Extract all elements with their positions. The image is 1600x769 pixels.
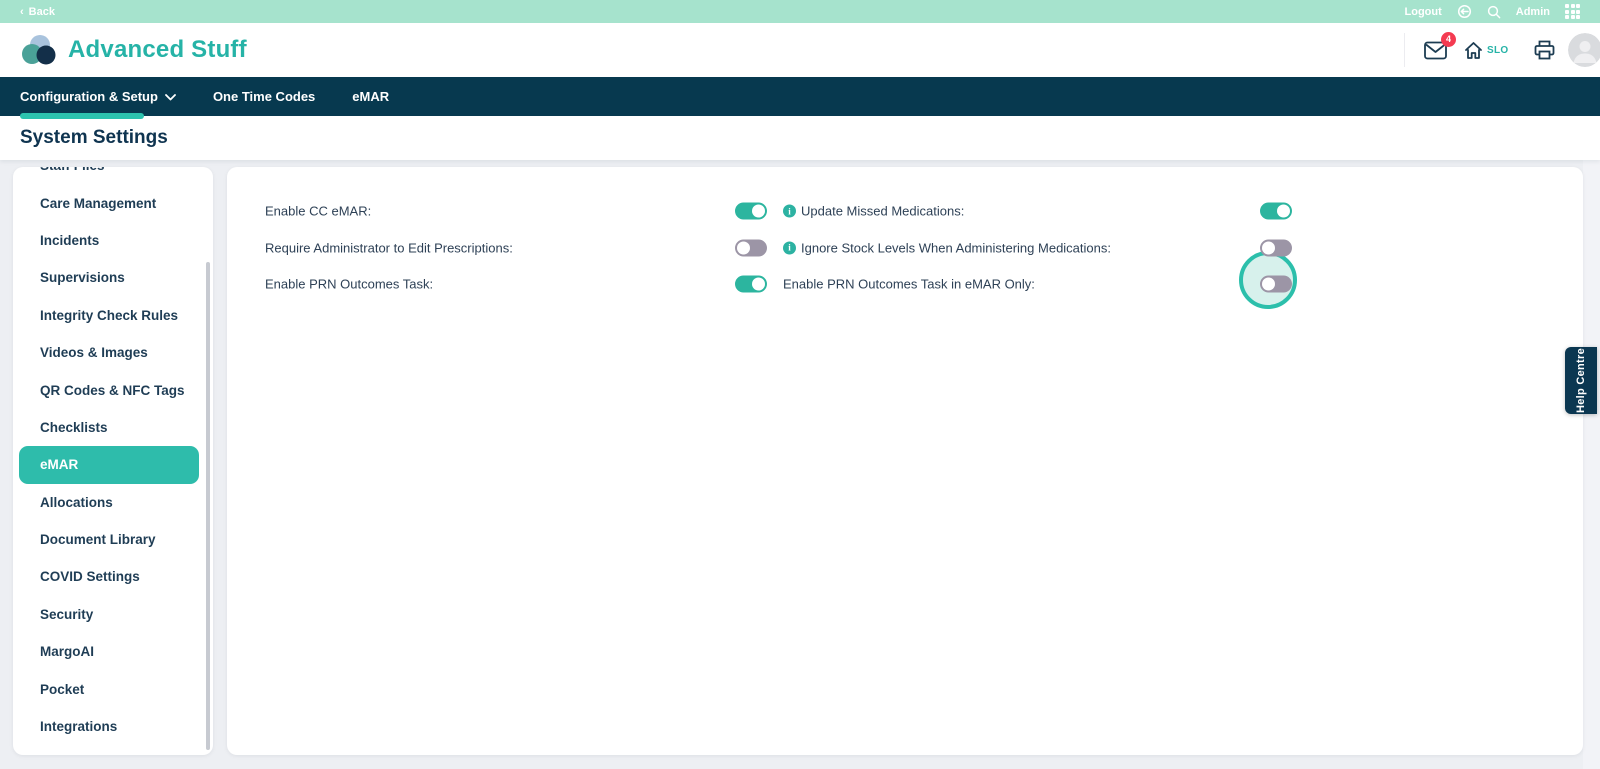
settings-row: Require Administrator to Edit Prescripti… <box>227 230 1583 267</box>
toggle-enable-prn-outcomes-emar-only[interactable] <box>1260 276 1292 293</box>
toggle-knob <box>1262 278 1275 291</box>
header-divider <box>1404 33 1405 67</box>
toggle-knob <box>737 241 750 254</box>
printer-icon <box>1534 40 1555 60</box>
top-utility-bar: ‹ Back Logout Admin <box>0 0 1600 23</box>
sidebar-item[interactable]: Integrity Check Rules <box>19 297 199 334</box>
logout-button[interactable]: Logout <box>1405 6 1442 18</box>
info-icon[interactable]: i <box>783 241 796 254</box>
toggle-knob <box>1277 205 1290 218</box>
sidebar-item[interactable]: COVID Settings <box>19 558 199 595</box>
settings-row: Enable PRN Outcomes Task: Enable PRN Out… <box>227 266 1583 303</box>
sidebar-item[interactable]: Videos & Images <box>19 334 199 371</box>
setting-label-enable-prn-outcomes-task: Enable PRN Outcomes Task: <box>265 277 433 292</box>
toggle-enable-prn-outcomes-task[interactable] <box>735 276 767 293</box>
apps-grid-icon[interactable] <box>1565 4 1580 19</box>
sidebar-item[interactable]: QR Codes & NFC Tags <box>19 371 199 408</box>
admin-menu[interactable]: Admin <box>1516 6 1550 18</box>
content-area: Staff Files Care Management Incidents Su… <box>0 160 1600 769</box>
logout-icon[interactable] <box>1457 4 1472 19</box>
brand-name: Advanced Stuff <box>68 36 247 64</box>
nav-emar[interactable]: eMAR <box>352 77 389 116</box>
nav-label: One Time Codes <box>213 89 315 104</box>
sidebar-item[interactable]: eMAR <box>19 446 199 483</box>
app-header: Advanced Stuff 4 SLO <box>0 23 1600 77</box>
home-button[interactable]: SLO <box>1464 41 1508 60</box>
toggle-knob <box>1262 241 1275 254</box>
info-icon[interactable]: i <box>783 205 796 218</box>
chevron-down-icon <box>165 94 176 101</box>
sidebar-list: Staff Files Care Management Incidents Su… <box>13 167 213 745</box>
home-icon <box>1464 41 1483 60</box>
sidebar-item[interactable]: Supervisions <box>19 259 199 296</box>
setting-label-enable-cc-emar: Enable CC eMAR: <box>265 204 371 219</box>
toggle-knob <box>752 205 765 218</box>
sidebar-item[interactable]: Document Library <box>19 521 199 558</box>
setting-label-enable-prn-outcomes-emar-only: Enable PRN Outcomes Task in eMAR Only: <box>783 277 1035 292</box>
setting-label-require-admin-edit-prescriptions: Require Administrator to Edit Prescripti… <box>265 240 513 255</box>
mail-badge: 4 <box>1441 32 1456 47</box>
toggle-update-missed-medications[interactable] <box>1260 203 1292 220</box>
user-avatar[interactable] <box>1568 33 1600 67</box>
right-scroll-gutter <box>1583 160 1600 769</box>
brand[interactable]: Advanced Stuff <box>20 34 247 66</box>
sidebar-scrollbar[interactable] <box>206 262 210 750</box>
back-chevron-icon: ‹ <box>20 6 24 18</box>
sidebar-item[interactable]: MargoAI <box>19 633 199 670</box>
help-centre-tab[interactable]: Help Centre <box>1565 347 1597 414</box>
brand-logo-icon <box>20 34 58 66</box>
sidebar-item[interactable]: Staff Files <box>19 167 199 184</box>
search-icon[interactable] <box>1487 5 1501 19</box>
sidebar-item[interactable]: Allocations <box>19 484 199 521</box>
active-nav-underline <box>20 113 144 119</box>
sidebar-item[interactable]: Integrations <box>19 708 199 745</box>
toggle-enable-cc-emar[interactable] <box>735 203 767 220</box>
setting-label-ignore-stock-levels: Ignore Stock Levels When Administering M… <box>801 240 1111 255</box>
main-nav: Configuration & Setup One Time Codes eMA… <box>0 77 1600 116</box>
help-centre-label: Help Centre <box>1575 348 1587 413</box>
back-button[interactable]: ‹ Back <box>20 6 55 18</box>
sidebar-item[interactable]: Pocket <box>19 670 199 707</box>
toggle-ignore-stock-levels[interactable] <box>1260 239 1292 256</box>
nav-label: Configuration & Setup <box>20 89 158 104</box>
toggle-require-admin-edit-prescriptions[interactable] <box>735 239 767 256</box>
settings-row: Enable CC eMAR: i Update Missed Medicati… <box>227 193 1583 230</box>
print-button[interactable] <box>1534 40 1555 60</box>
toggle-knob <box>752 278 765 291</box>
nav-one-time-codes[interactable]: One Time Codes <box>213 77 315 116</box>
messages-button[interactable]: 4 <box>1424 41 1447 60</box>
page-title-bar: System Settings <box>0 116 1600 160</box>
nav-label: eMAR <box>352 89 389 104</box>
setting-label-update-missed-medications: Update Missed Medications: <box>801 204 964 219</box>
settings-panel: Enable CC eMAR: i Update Missed Medicati… <box>227 167 1583 755</box>
back-label: Back <box>29 6 55 18</box>
sidebar-item[interactable]: Security <box>19 596 199 633</box>
page-title: System Settings <box>20 127 168 149</box>
sidebar-item[interactable]: Checklists <box>19 409 199 446</box>
sidebar-item[interactable]: Incidents <box>19 222 199 259</box>
sidebar-item[interactable]: Care Management <box>19 184 199 221</box>
nav-configuration-setup[interactable]: Configuration & Setup <box>20 77 176 116</box>
home-location-label: SLO <box>1487 45 1508 56</box>
settings-sidebar: Staff Files Care Management Incidents Su… <box>13 167 213 755</box>
